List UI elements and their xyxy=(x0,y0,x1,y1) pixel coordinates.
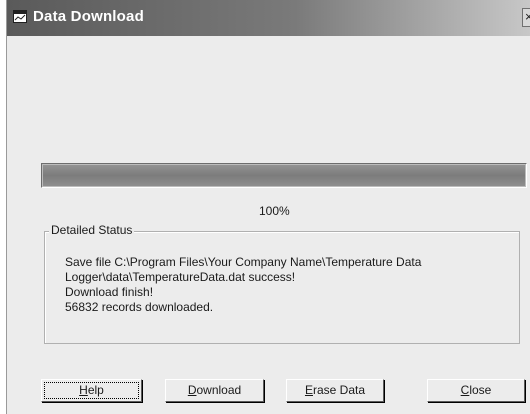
download-button-label: ownload xyxy=(196,383,242,397)
close-button[interactable]: Close xyxy=(427,379,525,402)
status-line: Logger\data\TemperatureData.dat success! xyxy=(65,270,296,284)
window-icon xyxy=(13,10,27,23)
download-button[interactable]: Download xyxy=(165,379,264,402)
progress-bar xyxy=(41,163,527,188)
progress-percent: 100% xyxy=(259,204,290,218)
status-line: Download finish! xyxy=(65,285,154,299)
erase-data-button-mnemonic: E xyxy=(304,383,313,397)
window-title: Data Download xyxy=(33,8,144,25)
detailed-status-group: Detailed Status Save file C:\Program Fil… xyxy=(44,223,520,344)
erase-data-button-label: rase Data xyxy=(312,383,366,397)
progress-fill xyxy=(43,165,525,186)
help-button-mnemonic: H xyxy=(79,383,88,397)
erase-data-button[interactable]: Erase Data xyxy=(286,379,384,402)
data-download-dialog: Data Download × 100% Detailed Status Sav… xyxy=(6,0,530,414)
status-line: Save file C:\Program Files\Your Company … xyxy=(65,255,422,269)
help-button[interactable]: Help xyxy=(41,379,142,402)
status-line: 56832 records downloaded. xyxy=(65,300,214,314)
close-button-label: lose xyxy=(469,383,492,397)
help-button-label: elp xyxy=(87,383,104,397)
title-bar[interactable]: Data Download × xyxy=(7,0,530,36)
detailed-status-legend: Detailed Status xyxy=(49,223,135,237)
close-icon[interactable]: × xyxy=(522,8,530,27)
